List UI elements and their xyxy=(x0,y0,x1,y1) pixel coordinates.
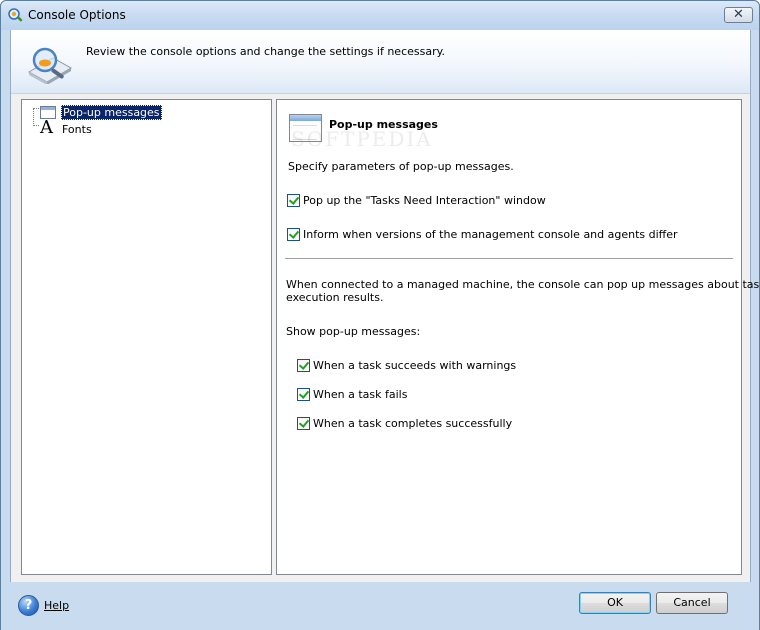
ok-button[interactable]: OK xyxy=(579,592,651,614)
close-icon: ✕ xyxy=(733,7,744,22)
help-link[interactable]: Help xyxy=(44,599,69,612)
header-description: Review the console options and change th… xyxy=(86,45,446,58)
tree-item-fonts[interactable]: A Fonts xyxy=(22,117,262,138)
dialog-body: Review the console options and change th… xyxy=(10,30,760,582)
close-button[interactable]: ✕ xyxy=(724,7,753,23)
task-fails-checkbox[interactable] xyxy=(297,388,310,401)
managed-machine-text: execution results. xyxy=(286,291,384,304)
checkbox-label: When a task completes successfully xyxy=(313,417,513,430)
checkbox-label: Inform when versions of the management c… xyxy=(303,228,678,241)
dialog-header: Review the console options and change th… xyxy=(11,30,750,94)
show-popup-label: Show pop-up messages: xyxy=(286,325,421,338)
options-tree[interactable]: Pop-up messages A Fonts xyxy=(21,99,272,575)
settings-panel: SOFTPEDIA Pop-up messages Specify parame… xyxy=(276,99,760,575)
section-description: Specify parameters of pop-up messages. xyxy=(288,160,514,173)
window-title: Console Options xyxy=(28,8,126,22)
tree-item-label: Pop-up messages xyxy=(61,105,162,120)
managed-machine-text: When connected to a managed machine, the… xyxy=(286,278,760,291)
options-magnifier-icon xyxy=(27,47,73,84)
checkbox-label: When a task fails xyxy=(313,388,408,401)
divider xyxy=(285,258,733,260)
console-app-icon xyxy=(8,8,23,22)
checkbox-label: Pop up the "Tasks Need Interaction" wind… xyxy=(303,194,546,207)
task-succeeds-warnings-checkbox[interactable] xyxy=(297,359,310,372)
tree-item-label: Fonts xyxy=(62,123,92,136)
task-completes-checkbox[interactable] xyxy=(297,417,310,430)
version-differ-checkbox[interactable] xyxy=(287,228,300,241)
dialog-footer: ? Help OK Cancel xyxy=(1,582,759,630)
help-icon[interactable]: ? xyxy=(18,595,39,616)
tree-item-popup-messages[interactable]: Pop-up messages xyxy=(22,105,262,121)
cancel-button[interactable]: Cancel xyxy=(656,592,728,614)
checkbox-label: When a task succeeds with warnings xyxy=(313,359,517,372)
tasks-need-interaction-checkbox[interactable] xyxy=(287,194,300,207)
title-bar[interactable]: Console Options ✕ xyxy=(1,1,759,30)
font-icon: A xyxy=(40,117,53,138)
console-options-window: Console Options ✕ Review the console opt… xyxy=(0,0,760,630)
section-title: Pop-up messages xyxy=(329,118,438,131)
